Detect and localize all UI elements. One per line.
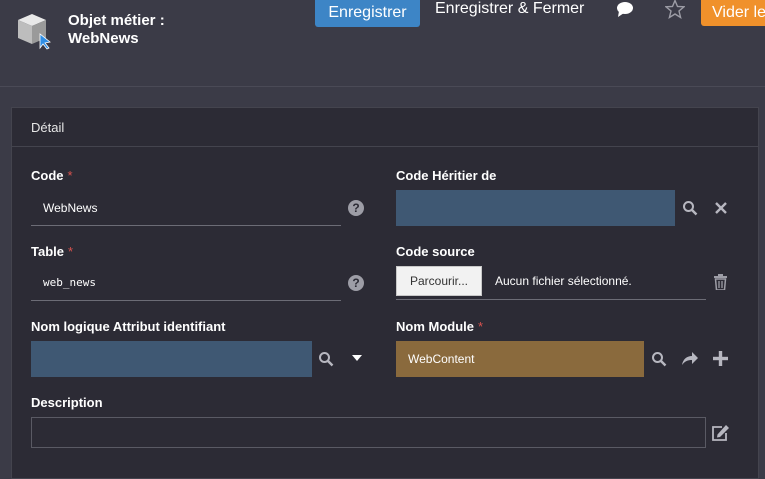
description-label-text: Description [31,395,103,410]
search-icon[interactable] [318,351,334,367]
code-input[interactable]: WebNews [31,190,341,226]
trash-icon[interactable] [713,274,728,290]
clear-button[interactable]: Vider le [701,0,765,26]
code-label-text: Code [31,168,64,183]
business-object-cube-icon [18,14,51,50]
search-icon[interactable] [651,351,667,367]
close-icon[interactable] [715,202,727,214]
code-label: Code * [31,168,73,183]
code-heritier-input[interactable] [396,190,675,226]
page-title: Objet métier : WebNews [68,12,165,48]
nom-logique-label-text: Nom logique Attribut identifiant [31,319,226,334]
required-marker: * [67,168,73,183]
description-input[interactable] [31,417,706,448]
required-marker: * [68,244,74,259]
code-heritier-label: Code Héritier de [396,168,496,183]
nom-logique-input[interactable] [31,341,312,377]
nom-module-label-text: Nom Module [396,319,474,334]
nom-logique-label: Nom logique Attribut identifiant [31,319,226,334]
table-input[interactable]: web_news [31,265,341,301]
top-bar: Objet métier : WebNews Enregistrer Enreg… [0,0,765,87]
no-file-text: Aucun fichier sélectionné. [495,274,632,288]
file-field-underline [396,299,706,300]
share-arrow-icon[interactable] [681,351,699,366]
question-circle-icon[interactable]: ? [348,200,364,216]
table-label-text: Table [31,244,64,259]
comment-icon[interactable] [615,0,635,18]
description-label: Description [31,395,103,410]
save-button[interactable]: Enregistrer [315,0,420,27]
required-marker: * [478,319,484,334]
nom-module-label: Nom Module * [396,319,483,334]
page-title-line1: Objet métier : [68,12,165,29]
panel-header: Détail [12,108,758,147]
question-circle-icon[interactable]: ? [348,275,364,291]
caret-down-icon[interactable] [352,355,362,361]
nom-module-input[interactable]: WebContent [396,341,644,377]
code-source-label: Code source [396,244,475,259]
table-label: Table * [31,244,73,259]
plus-icon[interactable] [713,351,728,366]
code-heritier-label-text: Code Héritier de [396,168,497,183]
edit-icon[interactable] [711,424,730,441]
search-icon[interactable] [682,200,698,216]
page-title-line2: WebNews [68,30,139,47]
code-source-label-text: Code source [396,244,475,259]
panel-title: Détail [31,120,65,135]
save-and-close-button[interactable]: Enregistrer & Fermer [435,0,584,18]
browse-file-button[interactable]: Parcourir... [396,266,482,296]
star-icon[interactable] [665,0,685,19]
